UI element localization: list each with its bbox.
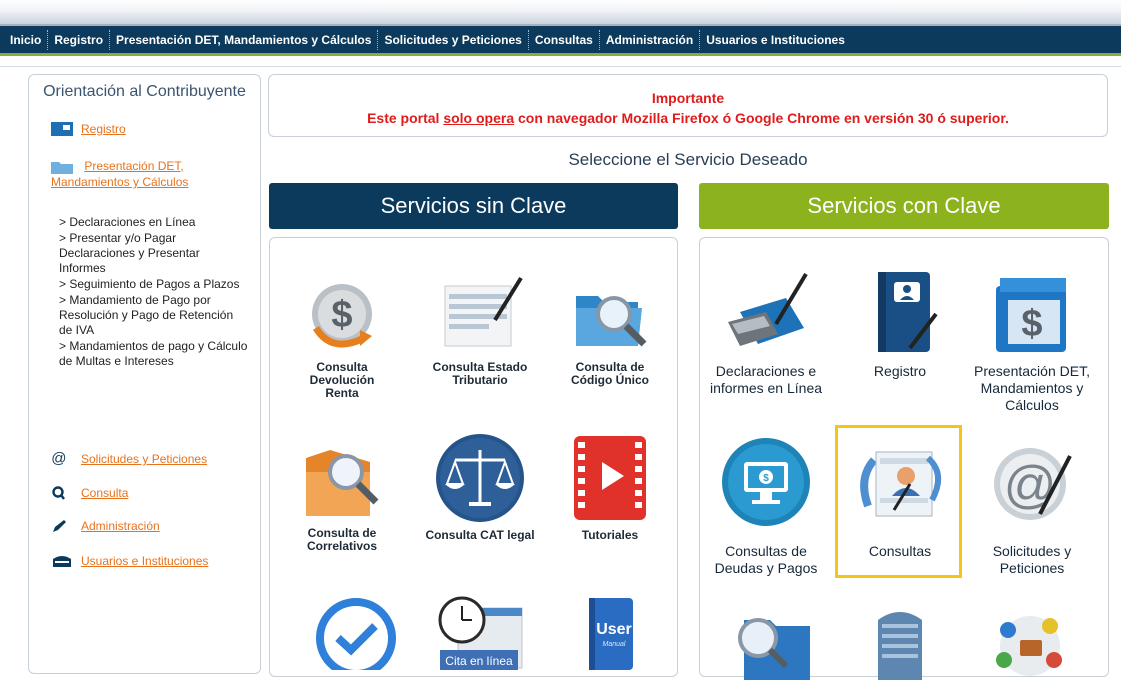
checkmark-circle-icon <box>316 598 396 678</box>
orange-folder-search-icon <box>306 450 379 516</box>
svc-declaraciones-en-linea[interactable]: Declaraciones e informes en Línea <box>704 268 828 397</box>
nav-presentacion[interactable]: Presentación DET, Mandamientos y Cálculo… <box>110 29 379 50</box>
sidebar-link-registro[interactable]: Registro <box>51 122 126 136</box>
pen-icon <box>53 520 66 532</box>
sidebar-solicitudes-label[interactable]: Solicitudes y Peticiones <box>81 452 207 466</box>
sub-item-declaraciones[interactable]: > Declaraciones en Línea <box>59 215 249 230</box>
svc-label: Consultas de Deudas y Pagos <box>714 543 818 576</box>
nav-separator <box>0 59 1121 67</box>
svg-text:$: $ <box>1021 303 1042 345</box>
cita-label: Cita en línea <box>445 654 513 668</box>
svc-consulta-estado-tributario[interactable]: Consulta Estado Tributario <box>430 272 530 387</box>
selected-highlight-consultas <box>835 425 962 578</box>
sidebar-administracion-label[interactable]: Administración <box>81 519 160 533</box>
registro-icon <box>51 122 73 136</box>
svc-tutoriales[interactable]: Tutoriales <box>560 432 660 542</box>
contact-book-icon <box>878 272 938 352</box>
nav-consultas[interactable]: Consultas <box>529 29 600 50</box>
sidebar-consulta-label[interactable]: Consulta <box>81 486 128 500</box>
svc-presentacion-det[interactable]: $ Presentación DET, Mandamientos y Cálcu… <box>964 268 1100 414</box>
svc-label: Presentación DET, Mandamientos y Cálculo… <box>974 363 1090 413</box>
search-icon <box>52 486 65 500</box>
svc-label: Declaraciones e informes en Línea <box>709 363 823 396</box>
at-sign-icon: @ <box>51 450 67 467</box>
refund-dollar-icon: $ <box>312 284 372 348</box>
svc-tools[interactable] <box>980 600 1080 685</box>
band-sin-clave: Servicios sin Clave <box>269 183 678 229</box>
sidebar-sub-list: > Declaraciones en Línea > Presentar y/o… <box>59 215 249 370</box>
svc-label: Tutoriales <box>581 528 639 542</box>
scales-of-justice-icon <box>436 434 524 522</box>
nav-inicio[interactable]: Inicio <box>4 29 49 50</box>
sidebar-usuarios-label[interactable]: Usuarios e Instituciones <box>81 554 208 568</box>
svc-cita-en-linea[interactable]: Cita en línea <box>430 590 530 675</box>
sub-item-presentar[interactable]: > Presentar y/o Pagar Declaraciones y Pr… <box>59 231 249 276</box>
document-pen-icon <box>444 276 523 347</box>
svc-building[interactable] <box>850 600 950 685</box>
svc-label: Consulta de Correlativos <box>306 526 378 553</box>
svg-text:$: $ <box>763 473 769 484</box>
band-con-clave: Servicios con Clave <box>699 183 1109 229</box>
panel-sin-clave: $ Consulta Devolución Renta Consulta Est… <box>269 237 678 678</box>
at-sign-pen-icon: @ <box>994 448 1072 520</box>
svc-consulta-cat-legal[interactable]: Consulta CAT legal <box>420 432 540 542</box>
monitor-dollar-icon: $ <box>722 438 810 526</box>
folder-search-icon <box>576 296 647 347</box>
user-label: User <box>596 621 632 638</box>
notice-underlined: solo opera <box>443 110 515 126</box>
notice-title: Importante <box>651 90 725 106</box>
calendar-dollar-icon: $ <box>996 278 1066 352</box>
svc-label: Consulta CAT legal <box>425 528 535 542</box>
sub-item-multas[interactable]: > Mandamientos de pago y Cálculo de Mult… <box>59 339 249 369</box>
blue-folder-search-icon <box>738 618 810 680</box>
svc-label: Registro <box>873 363 927 379</box>
notice-text: Este portal solo opera con navegador Moz… <box>269 110 1107 126</box>
sub-item-mandamiento[interactable]: > Mandamiento de Pago por Resolución y P… <box>59 293 249 338</box>
sidebar-registro-label[interactable]: Registro <box>81 122 126 136</box>
office-building-icon <box>878 612 922 680</box>
svc-user-manual[interactable]: User Manual <box>560 590 660 675</box>
svg-text:$: $ <box>331 294 352 336</box>
svc-registro[interactable]: Registro <box>838 268 962 380</box>
folder-icon <box>51 161 73 174</box>
institution-icon <box>53 556 71 567</box>
select-service-title: Seleccione el Servicio Deseado <box>568 150 808 169</box>
sidebar-link-consulta[interactable]: Consulta <box>51 486 128 500</box>
nav-solicitudes[interactable]: Solicitudes y Peticiones <box>378 29 529 50</box>
sidebar: Orientación al Contribuyente Registro Pr… <box>28 74 261 674</box>
svc-consulta-devolucion-renta[interactable]: $ Consulta Devolución Renta <box>292 272 392 400</box>
svc-label: Consulta de Código Único <box>571 360 649 387</box>
sidebar-link-administracion[interactable]: Administración <box>51 519 160 533</box>
sub-item-seguimiento[interactable]: > Seguimiento de Pagos a Plazos <box>59 277 249 292</box>
svc-consulta-correlativos[interactable]: Consulta de Correlativos <box>292 432 392 553</box>
svc-checkmark[interactable] <box>306 590 406 678</box>
sidebar-link-usuarios[interactable]: Usuarios e Instituciones <box>51 554 208 568</box>
svc-consultas-deudas-pagos[interactable]: $ Consultas de Deudas y Pagos <box>704 428 828 577</box>
svc-folder-search[interactable] <box>720 600 820 685</box>
nav-registro[interactable]: Registro <box>48 29 111 50</box>
svc-label: Consulta Devolución Renta <box>309 360 375 400</box>
svc-solicitudes-peticiones[interactable]: @ Solicitudes y Peticiones <box>964 428 1100 577</box>
calculator-pen-icon <box>728 272 808 346</box>
sidebar-link-presentacion[interactable]: Presentación DET, Mandamientos y Cálculo… <box>51 158 231 190</box>
important-notice: Importante Este portal solo opera con na… <box>268 74 1108 137</box>
svc-label: Consulta Estado Tributario <box>432 360 528 387</box>
nav-usuarios[interactable]: Usuarios e Instituciones <box>700 30 851 50</box>
svc-label: Solicitudes y Peticiones <box>992 543 1072 576</box>
svg-text:@: @ <box>1004 456 1057 514</box>
user-manual-book-icon: User Manual <box>589 598 633 670</box>
top-gradient <box>0 0 1121 24</box>
manual-label: Manual <box>603 641 626 648</box>
nav-administracion[interactable]: Administración <box>600 29 701 50</box>
notice-prefix: Este portal <box>367 110 444 126</box>
svc-consulta-codigo-unico[interactable]: Consulta de Código Único <box>560 272 660 387</box>
notice-suffix: con navegador Mozilla Firefox ó Google C… <box>514 110 1009 126</box>
top-nav-bar: Inicio Registro Presentación DET, Mandam… <box>0 24 1121 56</box>
sidebar-link-solicitudes[interactable]: @ Solicitudes y Peticiones <box>51 450 207 467</box>
sidebar-title: Orientación al Contribuyente <box>43 83 246 100</box>
tools-briefcase-icon <box>996 616 1062 676</box>
clock-calendar-icon: Cita en línea <box>438 596 523 670</box>
video-play-icon <box>574 436 646 520</box>
